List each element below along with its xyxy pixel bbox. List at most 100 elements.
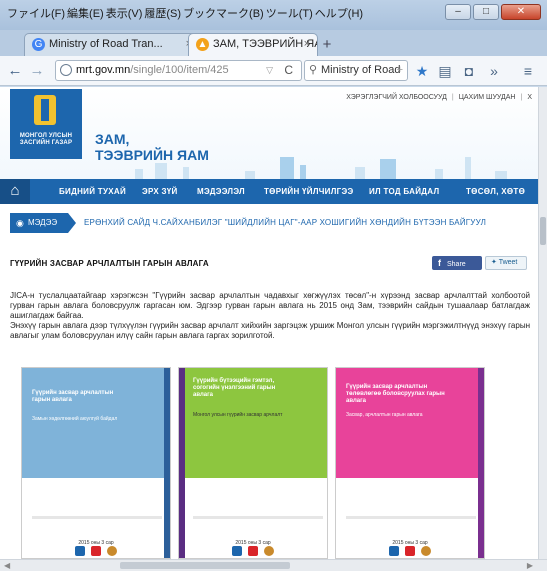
maximize-button[interactable]: □: [473, 4, 499, 20]
site-title-line1: ЗАМ,: [95, 131, 130, 147]
cover-logos: [336, 546, 484, 558]
menu-history[interactable]: 履歴(S): [143, 5, 182, 23]
search-value: Ministry of Road: [321, 64, 401, 76]
cover-photo: [22, 368, 170, 478]
cover-stripe: [179, 368, 185, 558]
main-navigation: ⌂ БИДНИЙ ТУХАЙ ЭРХ ЗҮЙ МЭДЭЭЛЭЛ ТӨРИЙН Ү…: [0, 179, 538, 204]
search-input[interactable]: ⚲ Ministry of Road +: [304, 60, 408, 81]
url-path: /single/100/item/425: [130, 64, 229, 76]
back-arrow-icon[interactable]: ←: [6, 61, 24, 81]
cover-logos: [179, 546, 327, 558]
overflow-chevron-icon[interactable]: »: [485, 61, 503, 81]
google-favicon-icon: G: [32, 38, 45, 51]
url-dropdown-icon[interactable]: ▽: [266, 61, 273, 80]
tab-mrt-site[interactable]: ▲ ЗАМ, ТЭЭВРИЙН ЯАМ ... ×: [188, 33, 318, 56]
minimize-button[interactable]: –: [445, 4, 471, 20]
seal-icon: [421, 546, 431, 556]
site-favicon-icon: ▲: [196, 38, 209, 51]
vertical-scroll-thumb[interactable]: [540, 217, 546, 245]
seal-icon: [264, 546, 274, 556]
twitter-bird-icon: ✦: [491, 259, 497, 266]
top-link-x[interactable]: X: [527, 94, 532, 101]
pocket-icon[interactable]: ◘: [460, 61, 478, 81]
cover-title: Гүүрийн засвар арчлалтын төлөвлөгөө боло…: [346, 384, 445, 404]
user-links-link[interactable]: ХЭРЭГЛЭГЧИЙ ХОЛБООСУУД: [346, 94, 447, 101]
rss-icon: ◉: [16, 218, 24, 228]
vertical-scrollbar[interactable]: [538, 87, 547, 559]
tab-close-icon[interactable]: ×: [304, 34, 310, 55]
manual-cover-2[interactable]: Гүүрийн бүтээцийн гэмтэл, согогийн үнэлг…: [178, 367, 328, 559]
bookmarks-menu-icon[interactable]: ▤: [436, 61, 454, 81]
globe-icon: [60, 64, 72, 76]
horizontal-scroll-thumb[interactable]: [120, 562, 290, 569]
menu-bar: ファイル(F) 編集(E) 表示(V) 履歴(S) ブックマーク(B) ツール(…: [6, 5, 364, 23]
site-header: МОНГОЛ УЛСЫН ЗАСГИЙН ГАЗАР ЗАМ, ТЭЭВРИЙН…: [0, 87, 538, 179]
bookmark-star-icon[interactable]: ★: [413, 61, 431, 81]
menu-help[interactable]: ヘルプ(H): [314, 5, 364, 23]
cover-subtitle: Замын хөдөлгөөний аюулгүй байдал: [32, 416, 118, 422]
ticker-headline[interactable]: ЕРӨНХИЙ САЙД Ч.САЙХАНБИЛЭГ "ШИЙДЛИЙН ЦАГ…: [84, 213, 486, 233]
manual-cover-1[interactable]: Гүүрийн засвар арчлалтын гарын авлага За…: [21, 367, 171, 559]
nav-projects[interactable]: ТӨСӨЛ, ХӨТӨ: [466, 179, 525, 204]
hamburger-menu-icon[interactable]: ≡: [519, 61, 537, 81]
jica-logo-icon: [91, 546, 101, 556]
skyline-illustration: [95, 153, 535, 179]
menu-view[interactable]: 表示(V): [105, 5, 144, 23]
emblem-icon: [75, 546, 85, 556]
url-domain: mrt.gov.mn: [76, 64, 131, 76]
article-title: ГҮҮРИЙН ЗАСВАР АРЧЛАЛТЫН ГАРЫН АВЛАГА: [10, 259, 209, 268]
cover-logos: [22, 546, 170, 558]
reload-icon[interactable]: C: [284, 61, 293, 80]
home-icon[interactable]: ⌂: [0, 179, 30, 204]
cover-subtitle: Монгол улсын гүүрийн засвар арчлалт: [193, 412, 283, 418]
navigation-toolbar: ← → mrt.gov.mn/single/100/item/425 ▽ C ⚲…: [0, 56, 547, 86]
nav-news[interactable]: МЭДЭЭЛЭЛ: [197, 179, 245, 204]
cover-subtitle: Засвар, арчлалтын гарын авлага: [346, 412, 423, 418]
menu-file[interactable]: ファイル(F): [6, 5, 66, 23]
manual-cover-3[interactable]: Гүүрийн засвар арчлалтын төлөвлөгөө боло…: [335, 367, 485, 559]
article-paragraph: JICA-н туслалцаатайгаар хэрэгжсэн "Гүүри…: [10, 291, 530, 320]
jica-logo-icon: [248, 546, 258, 556]
logo-text: МОНГОЛ УЛСЫН ЗАСГИЙН ГАЗАР: [19, 133, 73, 146]
window-titlebar: ファイル(F) 編集(E) 表示(V) 履歴(S) ブックマーク(B) ツール(…: [0, 0, 547, 30]
seal-icon: [107, 546, 117, 556]
url-bar[interactable]: mrt.gov.mn/single/100/item/425 ▽ C: [55, 60, 302, 81]
article-body: JICA-н туслалцаатайгаар хэрэгжсэн "Гүүри…: [10, 291, 530, 341]
cover-title: Гүүрийн засвар арчлалтын гарын авлага: [32, 390, 114, 403]
tweet-button[interactable]: ✦ Tweet: [485, 256, 527, 270]
search-engine-add-icon[interactable]: +: [397, 61, 403, 80]
nav-public-services[interactable]: ТӨРИЙН ҮЙЛЧИЛГЭЭ: [264, 179, 353, 204]
menu-tools[interactable]: ツール(T): [265, 5, 314, 23]
nav-about[interactable]: БИДНИЙ ТУХАЙ: [59, 179, 126, 204]
tab-label: Ministry of Road Tran...: [49, 38, 163, 50]
search-icon: ⚲: [309, 64, 318, 76]
tab-ministry-of-road[interactable]: G Ministry of Road Tran... ×: [24, 33, 200, 56]
scroll-left-arrow-icon[interactable]: ◀: [4, 560, 10, 571]
webmail-link[interactable]: ЦАХИМ ШУУДАН: [459, 94, 516, 101]
emblem-icon: [232, 546, 242, 556]
nav-legal[interactable]: ЭРХ ЗҮЙ: [142, 179, 178, 204]
cover-stripe: [164, 368, 170, 558]
tab-strip: G Ministry of Road Tran... × ▲ ЗАМ, ТЭЭВ…: [0, 30, 547, 56]
ticker-label[interactable]: ◉ МЭДЭЭ: [10, 213, 76, 233]
horizontal-scrollbar[interactable]: ◀ ▶: [0, 559, 547, 571]
menu-edit[interactable]: 編集(E): [66, 5, 105, 23]
new-tab-plus-icon[interactable]: +: [318, 36, 336, 53]
scroll-right-arrow-icon[interactable]: ▶: [527, 560, 533, 571]
window-controls: – □ ✕: [445, 4, 541, 20]
soyombo-emblem-icon: [34, 95, 56, 125]
tab-label: ЗАМ, ТЭЭВРИЙН ЯАМ ...: [213, 38, 317, 50]
menu-bookmarks[interactable]: ブックマーク(B): [182, 5, 265, 23]
jica-logo-icon: [405, 546, 415, 556]
nav-transparency[interactable]: ИЛ ТОД БАЙДАЛ: [369, 179, 439, 204]
news-ticker: ◉ МЭДЭЭ ЕРӨНХИЙ САЙД Ч.САЙХАНБИЛЭГ "ШИЙД…: [10, 213, 538, 233]
close-window-button[interactable]: ✕: [501, 4, 541, 20]
top-links: ХЭРЭГЛЭГЧИЙ ХОЛБООСУУД | ЦАХИМ ШУУДАН | X: [346, 94, 532, 101]
government-logo[interactable]: МОНГОЛ УЛСЫН ЗАСГИЙН ГАЗАР: [10, 89, 82, 159]
facebook-icon: f: [438, 258, 441, 268]
forward-arrow-icon[interactable]: →: [28, 61, 46, 81]
facebook-share-button[interactable]: f Share: [432, 256, 482, 270]
emblem-icon: [389, 546, 399, 556]
cover-stripe: [478, 368, 484, 558]
cover-title: Гүүрийн бүтээцийн гэмтэл, согогийн үнэлг…: [193, 378, 276, 398]
